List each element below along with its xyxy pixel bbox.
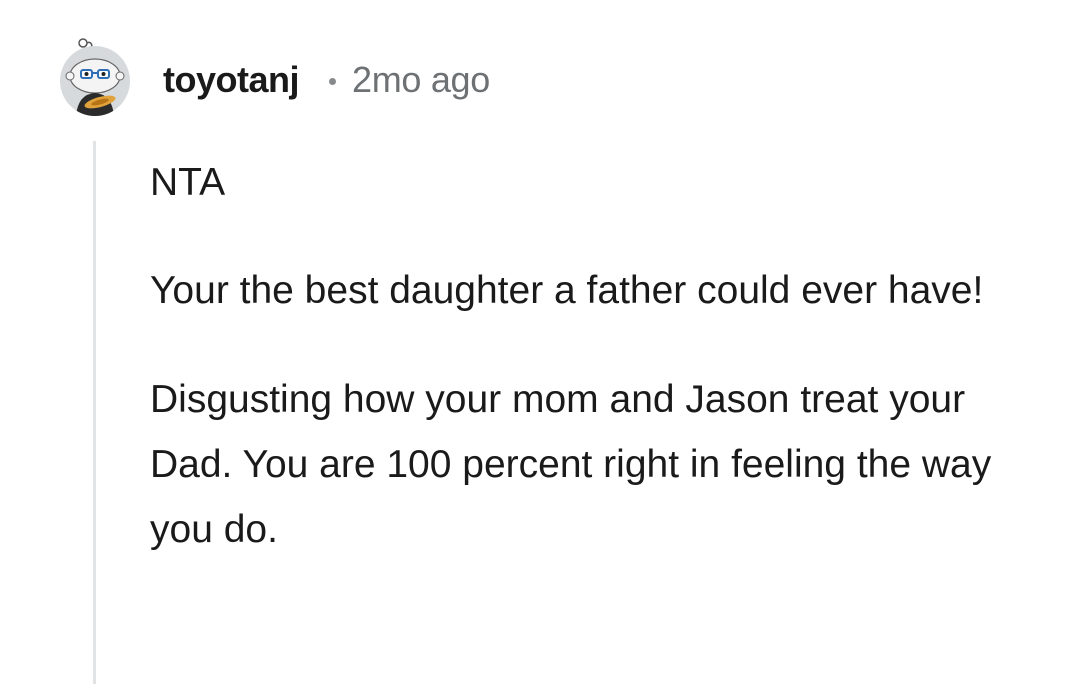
comment-paragraph: Your the best daughter a father could ev… — [150, 269, 984, 312]
separator-dot — [329, 77, 336, 85]
comment: toyotanj 2mo ago NTA Your the best daugh… — [0, 0, 1080, 684]
user-avatar-icon[interactable] — [56, 38, 134, 116]
comment-paragraph: Disgusting how your mom and Jason treat … — [150, 378, 992, 551]
thread-collapse-line[interactable] — [93, 141, 96, 684]
comment-header: toyotanj 2mo ago — [163, 58, 490, 102]
comment-paragraph: NTA — [150, 161, 226, 204]
username-link[interactable]: toyotanj — [163, 59, 300, 101]
comment-body: NTA Your the best daughter a father coul… — [150, 150, 1050, 606]
timestamp: 2mo ago — [352, 59, 490, 100]
